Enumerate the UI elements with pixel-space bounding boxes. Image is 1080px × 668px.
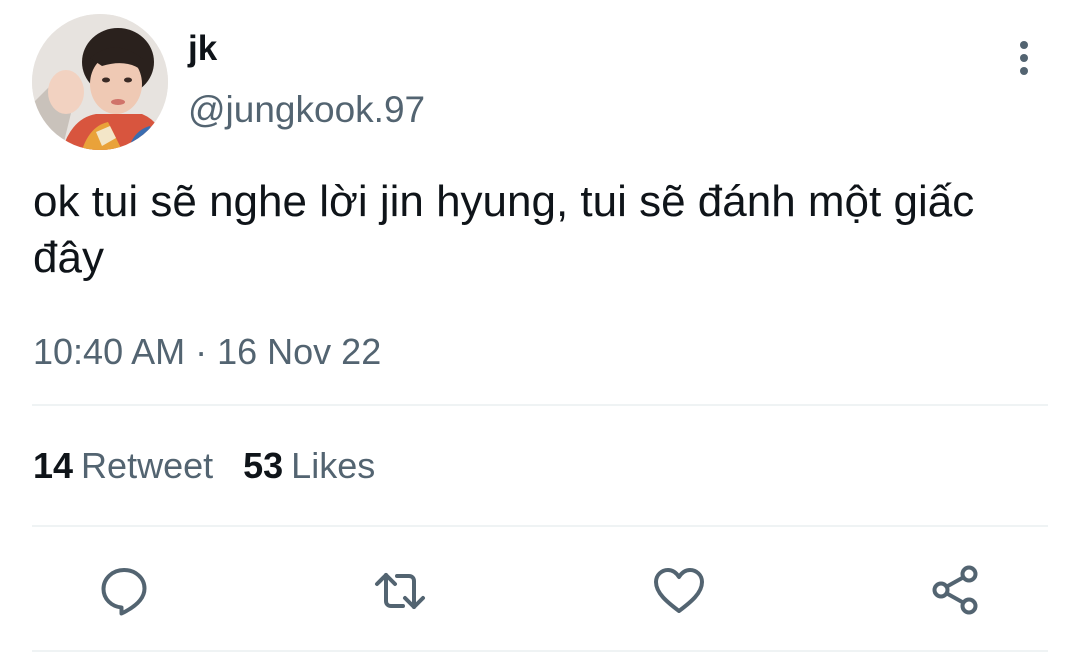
like-button[interactable] [651, 563, 707, 619]
retweet-icon [375, 573, 425, 609]
likes-stat[interactable]: 53 Likes [243, 443, 375, 489]
likes-count: 53 [243, 445, 284, 486]
retweets-label: Retweet [81, 445, 214, 486]
display-name[interactable]: jk [188, 27, 217, 71]
likes-label: Likes [291, 445, 376, 486]
user-handle[interactable]: @jungkook.97 [188, 88, 425, 132]
divider [32, 650, 1048, 652]
tweet-card: jk @jungkook.97 ok tui sẽ nghe lời jin h… [0, 0, 1080, 668]
retweets-stat[interactable]: 14 Retweet [33, 443, 213, 489]
engagement-stats: 14 Retweet 53 Likes [33, 443, 405, 489]
reply-icon [101, 568, 147, 616]
share-icon [932, 565, 978, 615]
divider [32, 525, 1048, 527]
divider [32, 404, 1048, 406]
avatar-image [32, 14, 168, 150]
retweet-button[interactable] [372, 563, 428, 619]
share-button[interactable] [928, 563, 984, 619]
tweet-text: ok tui sẽ nghe lời jin hyung, tui sẽ đán… [33, 177, 975, 282]
retweets-count: 14 [33, 445, 74, 486]
avatar[interactable] [32, 14, 168, 150]
meta-separator: · [195, 331, 208, 372]
tweet-timestamp[interactable]: 10:40 AM · 16 Nov 22 [33, 330, 381, 374]
tweet-date: 16 Nov 22 [217, 331, 382, 372]
reply-button[interactable] [96, 563, 152, 619]
tweet-time: 10:40 AM [33, 331, 186, 372]
more-options-button[interactable] [1002, 36, 1046, 80]
heart-icon [654, 568, 704, 613]
more-vertical-icon [1020, 41, 1028, 75]
